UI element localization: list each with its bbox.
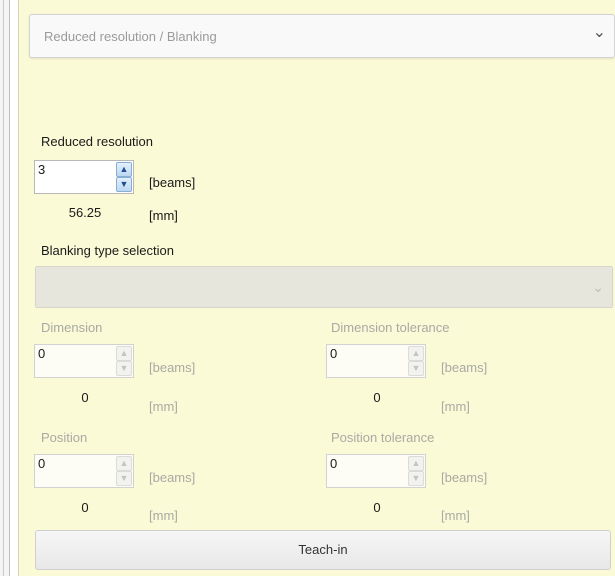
chevron-down-icon[interactable]: ⌄: [593, 25, 606, 41]
dimension-tolerance-label: Dimension tolerance: [331, 320, 450, 335]
arrow-down-icon[interactable]: ▼: [116, 177, 132, 192]
dimension-tolerance-stepper[interactable]: 0 ▲ ▼: [326, 344, 426, 378]
reduced-resolution-mm-value: 56.25: [68, 205, 102, 220]
position-label: Position: [41, 430, 88, 445]
dimension-label: Dimension: [41, 320, 103, 335]
dimension-tolerance-value[interactable]: 0: [330, 346, 337, 361]
arrow-up-icon[interactable]: ▲: [116, 162, 132, 177]
dimension-mm-value: 0: [81, 390, 89, 405]
position-tolerance-stepper[interactable]: 0 ▲ ▼: [326, 454, 426, 488]
position-stepper[interactable]: 0 ▲ ▼: [34, 454, 134, 488]
dimension-unit-mm: [mm]: [149, 399, 178, 414]
dimension-tolerance-unit-mm: [mm]: [441, 399, 470, 414]
border-line: [9, 0, 10, 576]
arrow-up-icon[interactable]: ▲: [408, 346, 424, 361]
arrow-up-icon[interactable]: ▲: [116, 456, 132, 471]
section-header-reduced-resolution-blanking[interactable]: Reduced resolution / Blanking ⌄: [29, 14, 615, 58]
dimension-stepper[interactable]: 0 ▲ ▼: [34, 344, 134, 378]
chevron-down-icon[interactable]: ⌄: [592, 279, 604, 296]
position-value[interactable]: 0: [38, 456, 45, 471]
arrow-up-icon[interactable]: ▲: [116, 346, 132, 361]
dimension-tolerance-unit-beams: [beams]: [441, 360, 488, 375]
position-tolerance-unit-mm: [mm]: [441, 508, 470, 523]
reduced-resolution-stepper[interactable]: 3 ▲ ▼: [34, 160, 134, 194]
arrow-down-icon[interactable]: ▼: [408, 361, 424, 376]
position-unit-mm: [mm]: [149, 508, 178, 523]
reduced-resolution-value[interactable]: 3: [38, 162, 45, 177]
border-line: [3, 0, 4, 576]
arrow-down-icon[interactable]: ▼: [408, 471, 424, 486]
blanking-type-label: Blanking type selection: [41, 243, 174, 258]
arrow-down-icon[interactable]: ▼: [116, 471, 132, 486]
settings-panel: Reduced resolution / Blanking ⌄ Reduced …: [18, 0, 615, 576]
position-mm-value: 0: [81, 500, 89, 515]
arrow-down-icon[interactable]: ▼: [116, 361, 132, 376]
position-unit-beams: [beams]: [149, 470, 196, 485]
teach-in-button[interactable]: Teach-in: [35, 530, 611, 570]
dimension-value[interactable]: 0: [38, 346, 45, 361]
reduced-resolution-label: Reduced resolution: [41, 134, 154, 149]
reduced-resolution-unit-mm: [mm]: [149, 208, 178, 223]
position-tolerance-label: Position tolerance: [331, 430, 435, 445]
section-title: Reduced resolution / Blanking: [44, 29, 217, 44]
blanking-type-select[interactable]: ⌄: [35, 266, 613, 308]
dimension-unit-beams: [beams]: [149, 360, 196, 375]
arrow-up-icon[interactable]: ▲: [408, 456, 424, 471]
window-left-border: [0, 0, 10, 576]
position-tolerance-mm-value: 0: [373, 500, 381, 515]
position-tolerance-unit-beams: [beams]: [441, 470, 488, 485]
reduced-resolution-unit-beams: [beams]: [149, 175, 196, 190]
position-tolerance-value[interactable]: 0: [330, 456, 337, 471]
dimension-tolerance-mm-value: 0: [373, 390, 381, 405]
